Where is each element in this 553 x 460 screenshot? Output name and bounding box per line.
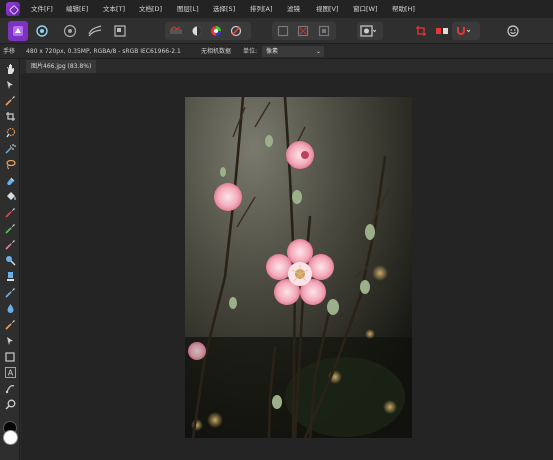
smudge-tool-icon[interactable]: [3, 286, 17, 299]
document-image: [185, 97, 412, 438]
app-logo-icon[interactable]: [6, 2, 20, 16]
add-selection-icon[interactable]: [293, 22, 313, 40]
crop-snapping-icon[interactable]: [411, 21, 431, 41]
auto-levels-icon[interactable]: [166, 22, 186, 40]
canvas-area[interactable]: [21, 73, 553, 460]
quick-mask-icon[interactable]: [358, 22, 378, 40]
flood-fill-tool-icon[interactable]: [3, 190, 17, 203]
auto-white-balance-icon[interactable]: [226, 22, 246, 40]
menu-arrange[interactable]: 排列[A]: [250, 0, 273, 18]
menu-text[interactable]: 文本[T]: [103, 0, 125, 18]
sharpen-tool-icon[interactable]: [3, 318, 17, 331]
unit-select-value: 像素: [266, 48, 279, 55]
auto-contrast-icon[interactable]: [187, 22, 207, 40]
tone-mapping-persona-button[interactable]: [85, 21, 105, 41]
freehand-select-tool-icon[interactable]: [3, 158, 17, 171]
menu-edit[interactable]: 编辑[E]: [66, 0, 88, 18]
unit-select[interactable]: 像素 ⌄: [262, 46, 324, 57]
develop-persona-button[interactable]: [60, 21, 80, 41]
dodge-tool-icon[interactable]: [3, 254, 17, 267]
menu-help[interactable]: 帮助[H]: [392, 0, 415, 18]
context-toolbar: 手移 480 x 720px, 0.35MP, RGBA/8 - sRGB IE…: [0, 44, 553, 59]
document-tab-bar: 图片466.jpg (83.8%): [21, 60, 553, 73]
export-persona-button[interactable]: [110, 21, 130, 41]
menu-select[interactable]: 选择[S]: [213, 0, 235, 18]
assistant-icon[interactable]: [432, 21, 452, 41]
paint-brush-2-tool-icon[interactable]: [3, 206, 17, 219]
tools-panel: A: [0, 59, 20, 460]
flood-select-tool-icon[interactable]: [3, 142, 17, 155]
menu-filters[interactable]: 滤镜: [287, 0, 300, 18]
svg-text:A: A: [7, 369, 13, 378]
unit-label: 单位:: [243, 48, 258, 55]
menu-file[interactable]: 文件[F]: [31, 0, 53, 18]
paint-brush-tool-icon[interactable]: [3, 94, 17, 107]
menu-view[interactable]: 视图[V]: [316, 0, 339, 18]
color-picker-tool-icon[interactable]: [3, 222, 17, 235]
move-tool-icon[interactable]: [3, 78, 17, 91]
metadata-label: 无相机数据: [201, 48, 232, 55]
menu-layer[interactable]: 图层[L]: [177, 0, 199, 18]
selection-brush-tool-icon[interactable]: [3, 126, 17, 139]
liquify-persona-button[interactable]: [32, 21, 52, 41]
hand-tool-label: 手移: [3, 48, 16, 55]
menu-document[interactable]: 文档[D]: [139, 0, 162, 18]
rectangle-tool-icon[interactable]: [3, 350, 17, 363]
auto-colors-icon[interactable]: [206, 22, 226, 40]
healing-tool-icon[interactable]: [3, 302, 17, 315]
chevron-down-icon: ⌄: [315, 48, 321, 55]
snapping-magnet-icon[interactable]: [453, 22, 473, 40]
subtract-selection-icon[interactable]: [314, 22, 334, 40]
toolbar: [0, 18, 553, 44]
menu-window[interactable]: 窗口[W]: [353, 0, 378, 18]
hand-tool-icon[interactable]: [3, 63, 17, 76]
vector-brush-tool-icon[interactable]: [3, 382, 17, 395]
zoom-tool-icon[interactable]: [3, 398, 17, 411]
menu-bar: 文件[F] 编辑[E] 文本[T] 文档[D] 图层[L] 选择[S] 排列[A…: [0, 0, 553, 18]
node-tool-icon[interactable]: [3, 334, 17, 347]
document-tab[interactable]: 图片466.jpg (83.8%): [26, 60, 97, 73]
clone-tool-icon[interactable]: [3, 238, 17, 251]
blur-tool-icon[interactable]: [3, 270, 17, 283]
secondary-color-swatch[interactable]: [3, 430, 18, 445]
text-tool-icon[interactable]: A: [3, 366, 17, 379]
image-info: 480 x 720px, 0.35MP, RGBA/8 - sRGB IEC61…: [26, 48, 181, 55]
personas-smiley-icon[interactable]: [503, 21, 523, 41]
photo-persona-button[interactable]: [8, 21, 28, 41]
crop-tool-icon[interactable]: [3, 110, 17, 123]
new-selection-icon[interactable]: [273, 22, 293, 40]
erase-brush-tool-icon[interactable]: [3, 174, 17, 187]
